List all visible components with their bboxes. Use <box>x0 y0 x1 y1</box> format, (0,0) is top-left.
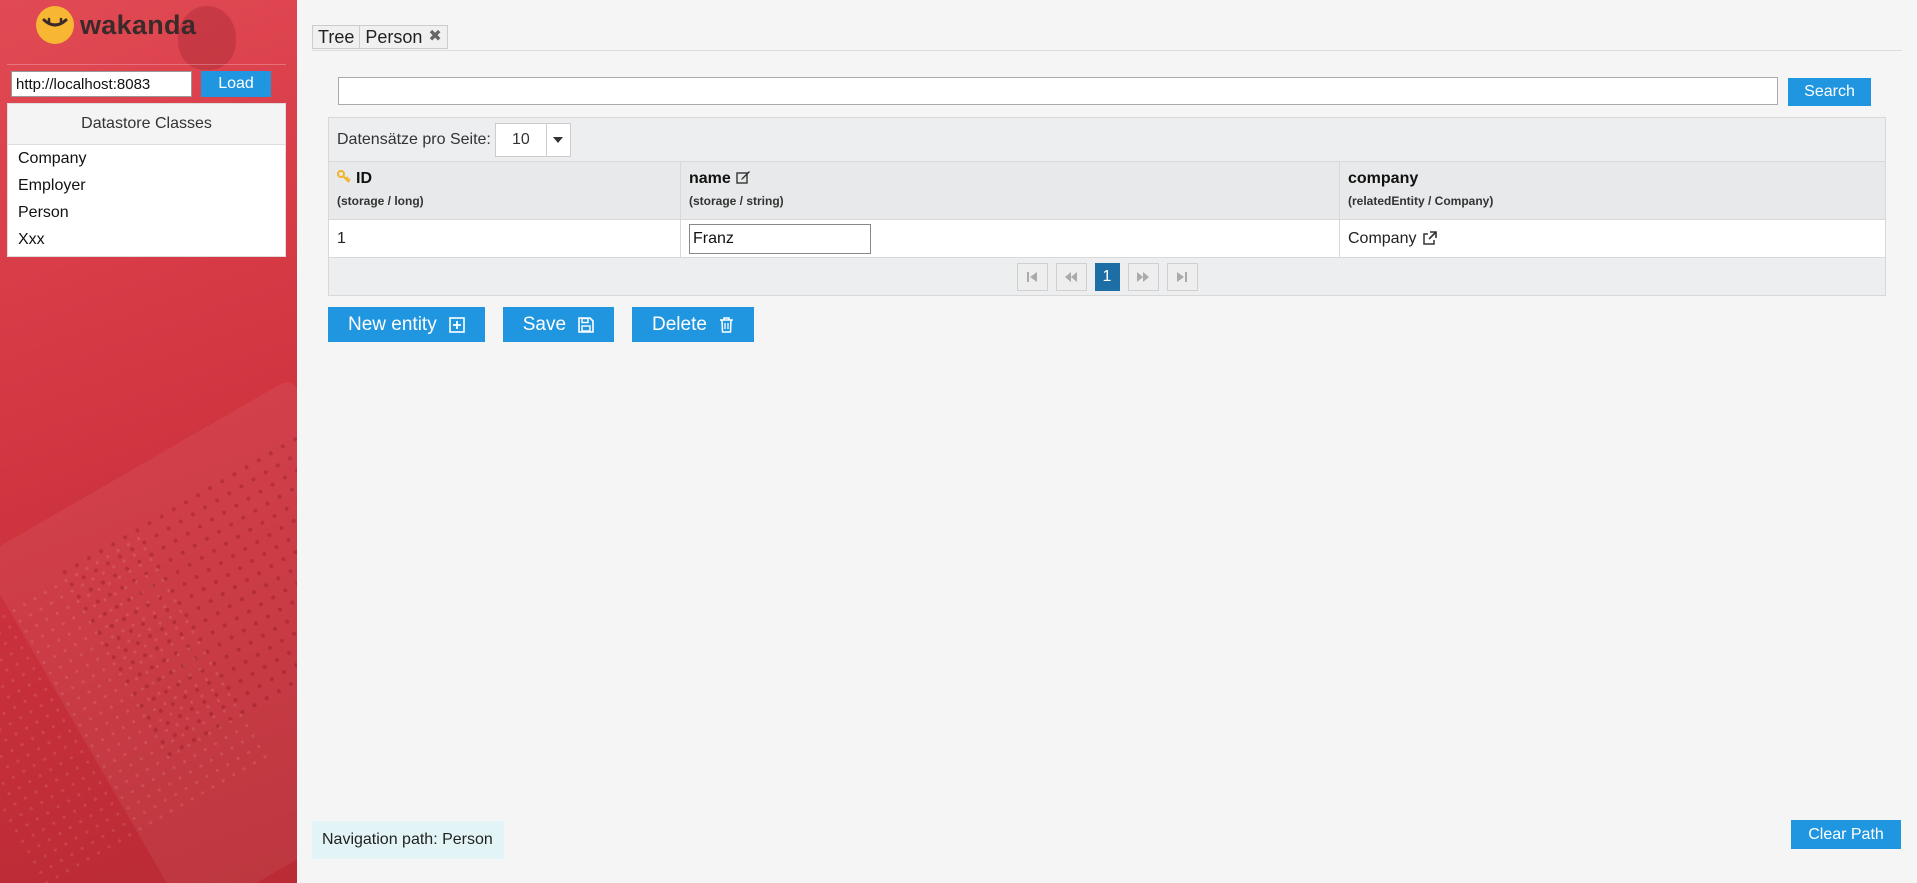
edit-icon <box>736 170 751 189</box>
datastore-classes-header: Datastore Classes <box>8 104 285 145</box>
divider <box>7 64 286 65</box>
datastore-classes-panel: Datastore Classes Company Employer Perso… <box>7 103 286 257</box>
wakanda-logo-icon <box>36 6 74 44</box>
pager: 1 <box>329 258 1885 295</box>
entity-grid: Datensätze pro Seite: 10 ID (storage / l… <box>328 117 1886 296</box>
tab-tree[interactable]: Tree <box>312 25 361 49</box>
first-page-icon[interactable] <box>1016 262 1048 291</box>
page-size-select[interactable]: 10 <box>494 122 571 157</box>
trash-icon <box>719 316 734 333</box>
delete-button[interactable]: Delete <box>632 307 754 342</box>
tab-label: Tree <box>318 27 355 47</box>
search-button[interactable]: Search <box>1788 78 1871 106</box>
key-icon <box>337 169 351 189</box>
column-type: (relatedEntity / Company) <box>1348 194 1494 208</box>
button-label: Delete <box>652 313 707 335</box>
sidebar: wakanda Load Datastore Classes Company E… <box>0 0 297 883</box>
load-button[interactable]: Load <box>201 71 271 97</box>
column-header-name[interactable]: name (storage / string) <box>681 162 1340 219</box>
button-label: Save <box>522 313 567 335</box>
next-page-icon[interactable] <box>1127 262 1159 291</box>
grid-header: ID (storage / long) name (storage / stri… <box>329 161 1885 219</box>
datastore-class-employer[interactable]: Employer <box>8 172 285 199</box>
entity-actions: New entity Save Delete <box>328 307 754 342</box>
tab-person[interactable]: Person ✖ <box>360 25 448 49</box>
floppy-disk-icon <box>578 316 594 333</box>
logo-text: wakanda <box>80 9 197 40</box>
plus-square-icon <box>448 316 465 333</box>
datastore-class-person[interactable]: Person <box>8 199 285 226</box>
column-header-id[interactable]: ID (storage / long) <box>329 162 681 219</box>
tab-label: Person <box>365 27 423 47</box>
datastore-class-xxx[interactable]: Xxx <box>8 226 285 253</box>
cell-company[interactable]: Company <box>1340 220 1885 257</box>
search-input[interactable] <box>338 77 1778 105</box>
external-link-icon[interactable] <box>1422 231 1438 246</box>
table-row[interactable]: 1 Company <box>329 219 1885 258</box>
name-field[interactable] <box>689 223 871 254</box>
new-entity-button[interactable]: New entity <box>328 307 485 342</box>
column-title: company <box>1348 170 1419 187</box>
navigation-path: Navigation path: Person <box>312 821 504 859</box>
previous-page-icon[interactable] <box>1055 262 1087 291</box>
caret-down-icon[interactable] <box>545 123 570 156</box>
grid-toolbar: Datensätze pro Seite: 10 <box>329 118 1885 161</box>
tab-bar: Tree Person ✖ <box>312 25 448 49</box>
page-button-current[interactable]: 1 <box>1094 262 1120 291</box>
company-link[interactable]: Company <box>1348 230 1416 248</box>
page-size-label: Datensätze pro Seite: <box>337 130 491 148</box>
column-type: (storage / long) <box>337 194 424 208</box>
cell-name <box>681 220 1340 257</box>
column-header-company[interactable]: company (relatedEntity / Company) <box>1340 162 1885 219</box>
page-size-value: 10 <box>511 130 530 148</box>
logo: wakanda <box>36 5 196 45</box>
save-button[interactable]: Save <box>502 307 615 342</box>
column-type: (storage / string) <box>689 194 784 208</box>
button-label: New entity <box>348 313 437 335</box>
close-icon[interactable]: ✖ <box>428 26 441 48</box>
column-title: ID <box>356 170 372 187</box>
cell-id: 1 <box>329 220 681 257</box>
datastore-url-input[interactable] <box>11 71 192 97</box>
divider <box>312 50 1902 51</box>
column-title: name <box>689 170 731 187</box>
last-page-icon[interactable] <box>1166 262 1198 291</box>
datastore-class-company[interactable]: Company <box>8 145 285 172</box>
clear-path-button[interactable]: Clear Path <box>1791 820 1901 849</box>
